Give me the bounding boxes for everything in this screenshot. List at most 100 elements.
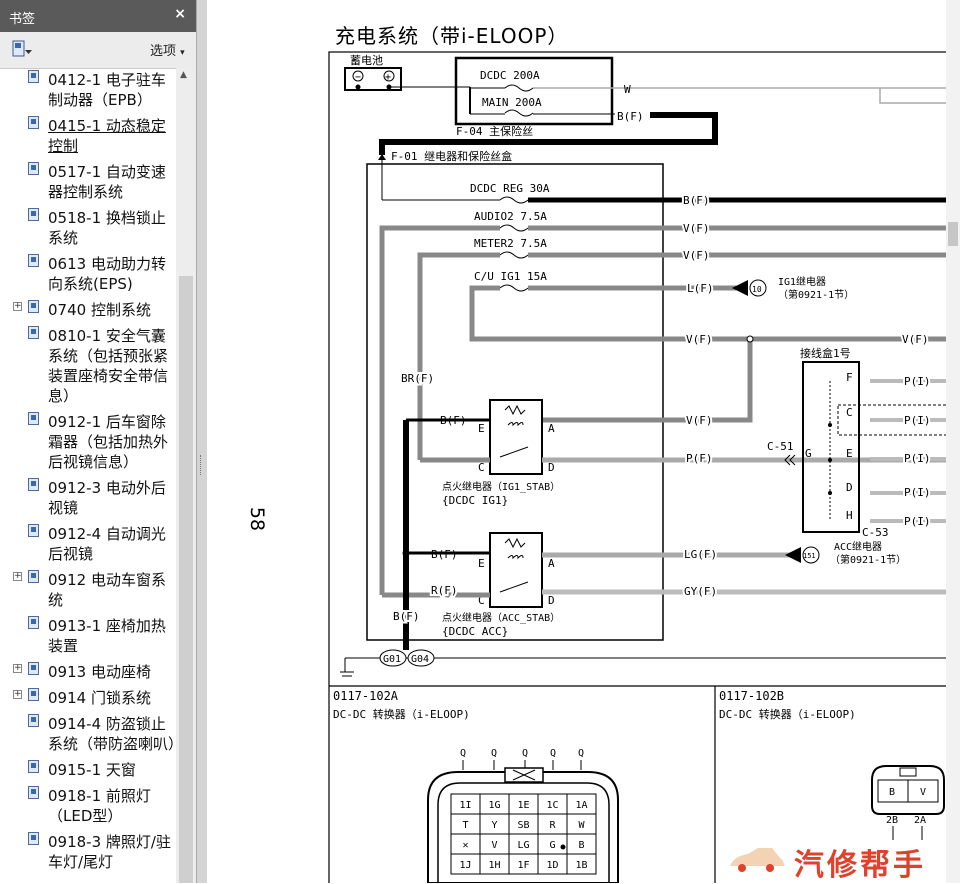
relay2-pin-a: A [548,557,555,570]
acc-relay-label: ACC继电器 [834,540,882,553]
connector-c51: C-51 [767,440,794,453]
connector-a-pin-label: 1D [546,860,558,871]
document-scrollbar[interactable] [946,0,960,883]
jb-pin-c: C [846,406,853,419]
wire-bf-label: B(F) [683,194,710,207]
connector-b-code: 0117-102B [719,689,784,703]
connector-b-2b: 2B [886,815,898,826]
minus-sign: − [355,72,361,83]
fuse-meter2: METER2 7.5A [474,237,547,250]
connector-a-pin-label: 1J [459,860,471,871]
watermark: 汽修帮手 [726,840,956,883]
ig1-relay-label: IG1继电器 [778,275,826,288]
connector-a-pin-label: 1E [517,800,529,811]
ref-151: 151 [803,552,816,560]
svg-text:Q: Q [491,748,497,759]
jb-pin-h: H [846,509,853,522]
arrow-icon [732,280,748,296]
fuse-audio2: AUDIO2 7.5A [474,210,547,223]
junction-box-label: 接线盒1号 [800,346,851,360]
fuse-dcdc200: DCDC 200A [480,69,540,82]
jb-pin-e: E [846,447,853,460]
jb-wire-pi-5: P(I) [904,515,931,528]
connector-a-code: 0117-102A [333,689,399,703]
relay-ig1 [489,399,543,475]
fuse-main200: MAIN 200A [482,96,542,109]
wire-vf-3: V(F) [686,333,713,346]
relay2-name: 点火继电器（ACC_STAB） [442,611,560,624]
connector-a-pin-label: 1F [517,860,529,871]
connector-a-pin-grid: 1I 1G 1E 1C 1A T Y SB R W ✕ V LG G B 1J 1H 1F 1D 1B [450,793,597,875]
f01-label: F-01 继电器和保险丝盒 [391,149,512,163]
connector-a-pin-label: 1G [488,800,500,811]
wire-pf: P(F) [686,452,713,465]
ground-g04: G04 [411,654,429,665]
connector-b-pin-v: V [920,787,926,798]
relay2-rf: R(F) [431,584,458,597]
jb-pin-f: F [846,371,853,384]
connector-a-pin-label: 1I [459,800,471,811]
jb-wire-pi-4: P(I) [904,486,931,499]
document-scroll-thumb[interactable] [948,222,958,246]
wire-vf-1: V(F) [683,222,710,235]
connector-b-name: DC-DC 转换器（i-ELOOP) [719,707,856,721]
car-logo-icon [730,848,784,872]
relay1-pin-e: E [478,422,485,435]
connector-a-pin-label: 1A [575,800,587,811]
watermark-text: 汽修帮手 [794,848,926,883]
wire-vf-4: V(F) [902,333,929,346]
ref-10: 10 [752,285,762,294]
plus-sign: + [385,72,391,83]
wire-w-label: W [624,83,631,96]
wire-lgf: LG(F) [684,548,717,561]
relay1-name: 点火继电器（IG1_STAB） [442,480,560,493]
connector-a-pin-label: T [462,820,468,831]
battery-label: 蓄电池 [350,54,383,67]
wire-lf: L(F) [687,282,714,295]
connector-a-q-labels: Q Q Q Q Q [460,748,584,759]
connector-a-pin-label: R [549,820,556,831]
connector-a-pin-label: B [578,840,584,851]
connector-a-pin-label: G [549,840,555,851]
connector-a-name: DC-DC 转换器（i-ELOOP) [333,707,470,721]
pin-marker-icon [560,844,566,850]
svg-text:Q: Q [550,748,556,759]
wire-vf-5: V(F) [686,414,713,427]
connector-a-pin-label: 1C [546,800,558,811]
ig1-relay-ref: （第0921-1节） [778,288,854,301]
connector-b-pin-b: B [889,787,895,798]
relay1-pin-d: D [548,461,555,474]
relay1-sub: {DCDC IG1} [442,494,508,507]
connector-a-pin-label: ✕ [462,840,468,851]
wire-bf-main-label: B(F) [617,110,644,123]
connector-a-pin-label: SB [517,820,529,831]
connector-a-pin-label: 1H [488,860,500,871]
relay1-pin-c: C [478,461,485,474]
connector-a-pin-label: V [491,840,497,851]
connector-c53: C-53 [862,526,889,539]
relay2-pin-e: E [478,557,485,570]
svg-text:Q: Q [578,748,584,759]
f04-label: F-04 主保险丝 [456,124,533,138]
ground-g01: G01 [383,654,401,665]
connector-a-pin-label: W [578,820,585,831]
relay2-sub: {DCDC ACC} [442,625,508,638]
fuse-dcdc-reg: DCDC REG 30A [470,182,550,195]
fuse-cu-ig1: C/U IG1 15A [474,270,547,283]
wiring-diagram: 蓄电池 − + DCDC 200A MAIN 200A F-04 主保险丝 W … [328,51,960,883]
jb-pin-g: G [805,447,812,460]
jb-wire-pi-2: P(I) [904,414,931,427]
svg-text:Q: Q [460,748,466,759]
wire-gyf: GY(F) [684,585,717,598]
relay2-pin-d: D [548,594,555,607]
relay-acc [489,532,543,608]
svg-text:Q: Q [522,748,528,759]
jb-wire-pi-3: P(I) [904,452,931,465]
ground-bf: B(F) [393,610,420,623]
connector-a-pin-label: LG [517,840,529,851]
jb-pin-d: D [846,481,853,494]
wire-vf-2: V(F) [683,249,710,262]
wire-brf: BR(F) [401,372,434,385]
acc-relay-ref: （第0921-1节） [830,553,906,566]
connector-b-2a: 2A [914,815,926,826]
